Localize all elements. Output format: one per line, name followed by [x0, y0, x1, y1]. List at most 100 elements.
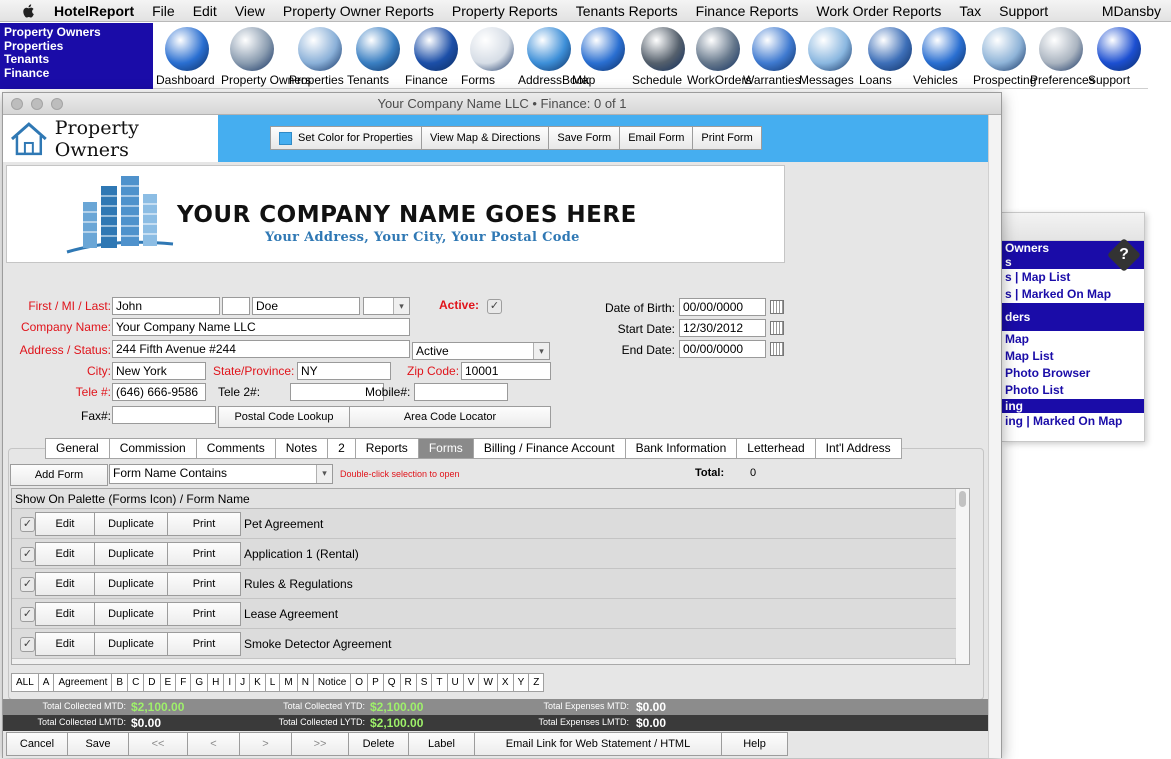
alpha-filter-i[interactable]: I — [223, 673, 236, 692]
duplicate-form-button[interactable]: Duplicate — [94, 542, 168, 566]
alpha-filter-j[interactable]: J — [235, 673, 250, 692]
label-button[interactable]: Label — [408, 732, 474, 756]
first-name-field[interactable]: John — [112, 297, 220, 315]
tab-reports[interactable]: Reports — [354, 438, 418, 459]
start-calendar-icon[interactable] — [770, 321, 784, 335]
alpha-filter-y[interactable]: Y — [512, 673, 529, 692]
table-row[interactable]: ✓ Edit Duplicate Print Smoke Detector Agreem… — [12, 629, 956, 659]
address-field[interactable]: 244 Fifth Avenue #244 — [112, 340, 410, 358]
dob-calendar-icon[interactable] — [770, 300, 784, 314]
alpha-filter-w[interactable]: W — [478, 673, 497, 692]
end-calendar-icon[interactable] — [770, 342, 784, 356]
delete-button[interactable]: Delete — [348, 732, 408, 756]
menu-finance-reports[interactable]: Finance Reports — [696, 3, 799, 19]
table-row[interactable]: ✓ Edit Duplicate Print Application 1 (Rental… — [12, 539, 956, 569]
alpha-filter-x[interactable]: X — [496, 673, 513, 692]
alpha-filter-e[interactable]: E — [159, 673, 176, 692]
alpha-filter-t[interactable]: T — [431, 673, 447, 692]
menu-app[interactable]: HotelReport — [54, 3, 134, 19]
tab-commission[interactable]: Commission — [108, 438, 196, 459]
alpha-filter-m[interactable]: M — [279, 673, 297, 692]
dob-field[interactable]: 00/00/0000 — [679, 298, 766, 316]
forms-table-scrollbar[interactable] — [955, 489, 969, 664]
alpha-filter-b[interactable]: B — [111, 673, 128, 692]
alpha-filter-z[interactable]: Z — [528, 673, 545, 692]
alpha-filter-s[interactable]: S — [415, 673, 432, 692]
toolbar-support-button[interactable]: Support — [1088, 25, 1150, 87]
edit-form-button[interactable]: Edit — [35, 542, 95, 566]
table-row[interactable]: ✓ Edit Duplicate Print Rules & Regulations — [12, 569, 956, 599]
start-date-field[interactable]: 12/30/2012 — [679, 319, 766, 337]
side-link-marked-on-map[interactable]: s | Marked On Map — [1002, 286, 1144, 303]
alpha-filter-c[interactable]: C — [127, 673, 144, 692]
menu-edit[interactable]: Edit — [193, 3, 217, 19]
toolbar-vehicles-button[interactable]: Vehicles — [913, 25, 975, 87]
apple-icon[interactable] — [20, 3, 38, 19]
status-select[interactable]: Active ▾ — [412, 342, 550, 360]
tab-general[interactable]: General — [45, 438, 109, 459]
next-record-button[interactable]: > — [239, 732, 291, 756]
side-link-photo-browser[interactable]: Photo Browser — [1002, 365, 1144, 382]
save-form-button[interactable]: Save Form — [548, 126, 620, 150]
menu-view[interactable]: View — [235, 3, 265, 19]
nav-properties[interactable]: Properties — [4, 39, 149, 54]
duplicate-form-button[interactable]: Duplicate — [94, 512, 168, 536]
active-checkbox[interactable]: ✓ — [487, 299, 502, 314]
alpha-filter-agreement[interactable]: Agreement — [53, 673, 112, 692]
toolbar-property-owners-button[interactable]: Property Owners — [221, 25, 311, 87]
duplicate-form-button[interactable]: Duplicate — [94, 632, 168, 656]
zoom-window-button[interactable] — [51, 98, 63, 110]
alpha-filter-k[interactable]: K — [249, 673, 265, 692]
zip-field[interactable]: 10001 — [461, 362, 551, 380]
alpha-filter-u[interactable]: U — [446, 673, 463, 692]
menu-support[interactable]: Support — [999, 3, 1048, 19]
fax-field[interactable] — [112, 406, 216, 424]
tab-notes-2[interactable]: 2 — [327, 438, 355, 459]
toolbar-properties-button[interactable]: Properties — [289, 25, 351, 87]
toolbar-forms-button[interactable]: Forms — [461, 25, 523, 87]
toolbar-preferences-button[interactable]: Preferences — [1030, 25, 1095, 87]
alpha-filter-f[interactable]: F — [175, 673, 191, 692]
help-icon[interactable]: ? — [1107, 238, 1141, 272]
tab-billing[interactable]: Billing / Finance Account — [472, 438, 625, 459]
alpha-filter-d[interactable]: D — [143, 673, 160, 692]
alpha-filter-o[interactable]: O — [350, 673, 368, 692]
view-map-button[interactable]: View Map & Directions — [420, 126, 549, 150]
side-link-map[interactable]: Map — [1002, 331, 1144, 348]
middle-initial-field[interactable] — [222, 297, 250, 315]
city-field[interactable]: New York — [112, 362, 206, 380]
company-field[interactable]: Your Company Name LLC — [112, 318, 410, 336]
set-color-button[interactable]: Set Color for Properties — [270, 126, 421, 150]
show-on-palette-checkbox[interactable]: ✓ — [20, 547, 35, 562]
close-window-button[interactable] — [11, 98, 23, 110]
toolbar-tenants-button[interactable]: Tenants — [347, 25, 409, 87]
window-scrollbar[interactable] — [988, 115, 1001, 758]
form-filter-select[interactable]: Form Name Contains ▾ — [109, 464, 333, 484]
email-form-button[interactable]: Email Form — [619, 126, 693, 150]
scrollbar-thumb[interactable] — [959, 491, 966, 507]
add-form-button[interactable]: Add Form — [10, 464, 108, 486]
state-field[interactable]: NY — [297, 362, 391, 380]
email-link-button[interactable]: Email Link for Web Statement / HTML — [474, 732, 721, 756]
tele-field[interactable]: (646) 666-9586 — [112, 383, 206, 401]
print-form-row-button[interactable]: Print — [167, 542, 241, 566]
alpha-filter-notice[interactable]: Notice — [312, 673, 351, 692]
menu-property-reports[interactable]: Property Reports — [452, 3, 558, 19]
alpha-filter-q[interactable]: Q — [382, 673, 400, 692]
side-link-listing-marked-on-map[interactable]: ing | Marked On Map — [1002, 413, 1144, 430]
previous-record-button[interactable]: < — [187, 732, 239, 756]
side-link-photo-list[interactable]: Photo List — [1002, 382, 1144, 399]
alpha-filter-a[interactable]: A — [37, 673, 54, 692]
print-form-row-button[interactable]: Print — [167, 632, 241, 656]
table-row[interactable]: ✓ Edit Duplicate Print Lease Agreement — [12, 599, 956, 629]
tab-comments[interactable]: Comments — [195, 438, 275, 459]
alpha-filter-l[interactable]: L — [264, 673, 280, 692]
menu-property-owner-reports[interactable]: Property Owner Reports — [283, 3, 434, 19]
show-on-palette-checkbox[interactable]: ✓ — [20, 517, 35, 532]
nav-finance[interactable]: Finance — [4, 66, 149, 81]
edit-form-button[interactable]: Edit — [35, 602, 95, 626]
toolbar-dashboard-button[interactable]: Dashboard — [156, 25, 218, 87]
print-form-row-button[interactable]: Print — [167, 602, 241, 626]
alpha-filter-h[interactable]: H — [207, 673, 224, 692]
toolbar-finance-button[interactable]: Finance — [405, 25, 467, 87]
